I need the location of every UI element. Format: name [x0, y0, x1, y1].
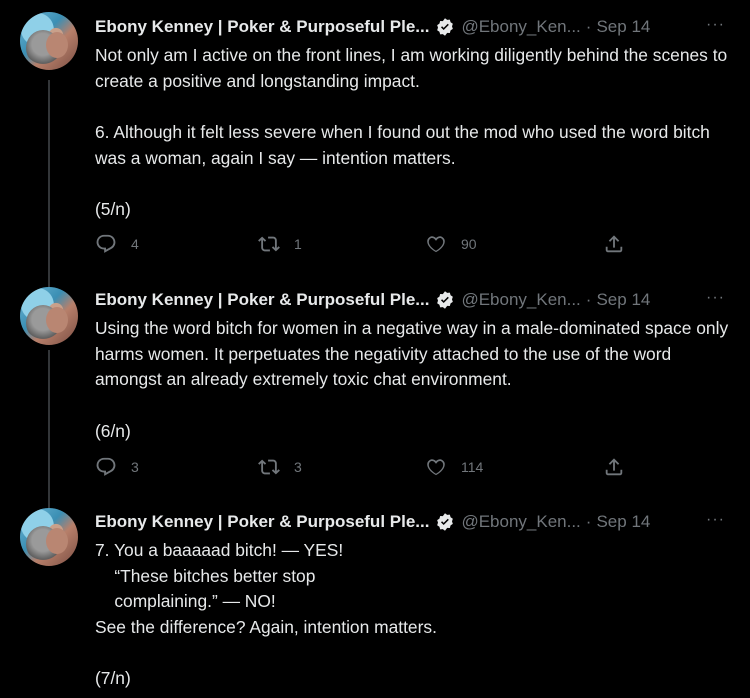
author-name[interactable]: Ebony Kenney | Poker & Purposeful Ple...: [95, 290, 429, 310]
separator: ·: [585, 17, 592, 36]
share-icon: [605, 235, 623, 253]
separator: ·: [585, 512, 592, 531]
more-icon[interactable]: ···: [706, 289, 725, 307]
like-button[interactable]: 90: [425, 233, 477, 255]
like-button[interactable]: 114: [425, 456, 483, 478]
reply-icon: [96, 234, 116, 253]
reply-count: 4: [131, 236, 139, 252]
tweet-date[interactable]: Sep 14: [596, 512, 650, 532]
author-handle[interactable]: @Ebony_Ken...: [461, 17, 580, 37]
tweet-date[interactable]: Sep 14: [596, 17, 650, 37]
separator: ·: [585, 290, 592, 309]
tweet-header: Ebony Kenney | Poker & Purposeful Ple...…: [95, 288, 650, 312]
tweet-text: Not only am I active on the front lines,…: [95, 43, 735, 223]
reply-icon: [96, 457, 116, 476]
tweet-actions: 4 1 90: [95, 233, 635, 257]
retweet-count: 3: [294, 459, 302, 475]
tweet-paragraph: 7. You a baaaaad bitch! — YES! “These bi…: [95, 540, 437, 637]
more-icon[interactable]: ···: [706, 16, 725, 34]
tweet-header: Ebony Kenney | Poker & Purposeful Ple...…: [95, 15, 650, 39]
tweet-paragraph: (6/n): [95, 420, 131, 441]
author-handle[interactable]: @Ebony_Ken...: [461, 290, 580, 310]
retweet-count: 1: [294, 236, 302, 252]
retweet-icon: [258, 459, 280, 475]
avatar[interactable]: [20, 12, 78, 70]
author-name[interactable]: Ebony Kenney | Poker & Purposeful Ple...: [95, 17, 429, 37]
more-icon[interactable]: ···: [706, 511, 725, 529]
like-icon: [427, 459, 445, 476]
avatar[interactable]: [20, 508, 78, 566]
tweet-paragraph: Not only am I active on the front lines,…: [95, 45, 733, 91]
tweet-paragraph: Using the word bitch for women in a nega…: [95, 318, 734, 389]
share-button[interactable]: [603, 456, 625, 478]
like-count: 114: [461, 459, 484, 475]
like-count: 90: [461, 236, 477, 252]
tweet-text: 7. You a baaaaad bitch! — YES! “These bi…: [95, 538, 735, 692]
tweet[interactable]: Ebony Kenney | Poker & Purposeful Ple...…: [0, 500, 750, 698]
reply-count: 3: [131, 459, 139, 475]
reply-button[interactable]: 4: [95, 233, 139, 255]
tweet-date[interactable]: Sep 14: [596, 290, 650, 310]
retweet-button[interactable]: 3: [258, 456, 302, 478]
tweet-text: Using the word bitch for women in a nega…: [95, 316, 735, 444]
avatar[interactable]: [20, 287, 78, 345]
author-name[interactable]: Ebony Kenney | Poker & Purposeful Ple...: [95, 512, 429, 532]
verified-icon: [437, 291, 454, 309]
retweet-button[interactable]: 1: [258, 233, 302, 255]
verified-icon: [437, 513, 454, 531]
tweet-paragraph: 6. Although it felt less severe when I f…: [95, 122, 715, 168]
tweet[interactable]: Ebony Kenney | Poker & Purposeful Ple...…: [0, 0, 750, 280]
share-button[interactable]: [603, 233, 625, 255]
share-icon: [605, 458, 623, 476]
author-handle[interactable]: @Ebony_Ken...: [461, 512, 580, 532]
retweet-icon: [258, 236, 280, 252]
verified-icon: [437, 18, 454, 36]
tweet-header: Ebony Kenney | Poker & Purposeful Ple...…: [95, 510, 650, 534]
tweet-actions: 3 3 114: [95, 456, 635, 480]
tweet-paragraph: (5/n): [95, 199, 131, 219]
tweet-paragraph: (7/n): [95, 668, 131, 688]
reply-button[interactable]: 3: [95, 456, 139, 478]
like-icon: [427, 236, 445, 253]
tweet[interactable]: Ebony Kenney | Poker & Purposeful Ple...…: [0, 280, 750, 500]
